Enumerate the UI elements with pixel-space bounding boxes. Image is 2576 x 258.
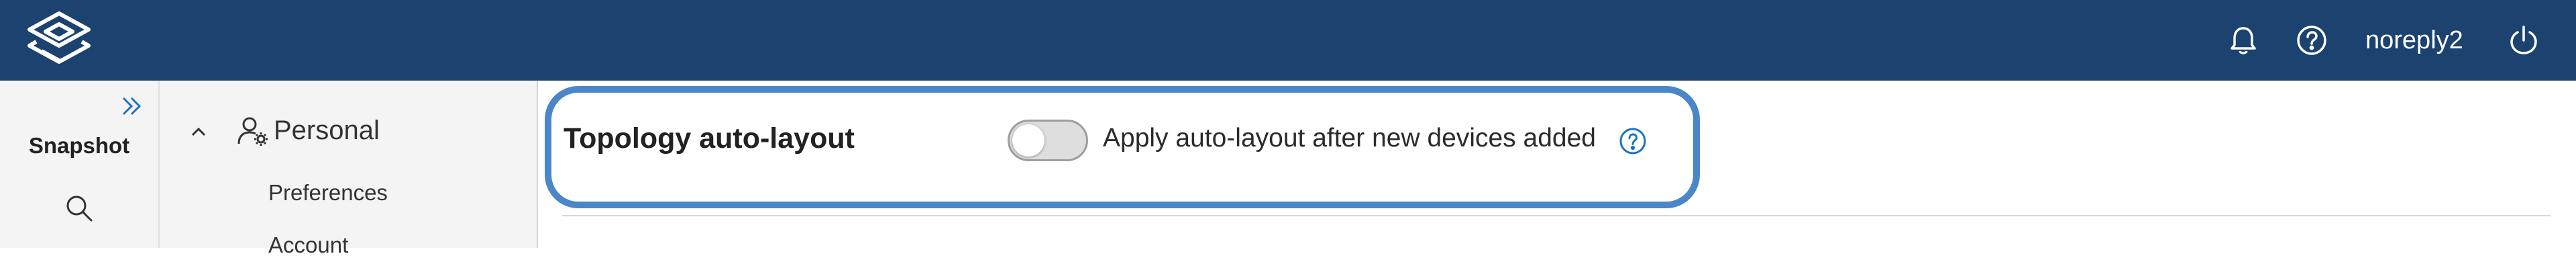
help-button[interactable] [2294,23,2329,58]
expand-rail-button[interactable] [118,93,145,120]
toggle-knob [1012,124,1044,157]
top-bar: noreply2 [0,0,2576,81]
app-logo[interactable] [21,9,97,71]
chevron-up-icon [191,127,206,136]
nav-item-account[interactable]: Account [268,232,348,258]
user-settings-icon [237,117,268,146]
main-content: Topology auto-layout Apply auto-layout a… [538,81,2576,248]
rail-search-button[interactable] [62,191,97,226]
auto-layout-toggle[interactable] [1008,120,1088,161]
double-chevron-right-icon [122,97,142,116]
setting-title: Topology auto-layout [564,122,855,155]
section-divider [562,215,2551,216]
power-icon [2510,26,2537,54]
username[interactable]: noreply2 [2365,24,2463,56]
personal-section-label[interactable]: Personal [274,116,380,146]
rail-title[interactable]: Snapshot [0,133,158,159]
personal-section-icon [236,114,270,148]
nav-item-preferences[interactable]: Preferences [268,180,388,206]
logout-button[interactable] [2506,23,2541,58]
search-icon [66,196,93,222]
collapse-section-button[interactable] [186,120,211,144]
notifications-button[interactable] [2226,23,2261,58]
toggle-label: Apply auto-layout after new devices adde… [1103,124,1596,153]
layered-diamond-logo-icon [28,11,91,64]
help-circle-icon [2297,26,2326,55]
setting-help-button[interactable] [1618,126,1648,156]
left-rail: Snapshot [0,81,160,248]
settings-nav: Personal Preferences Account [160,81,538,257]
help-circle-icon [1619,128,1646,155]
bell-icon [2231,27,2256,54]
